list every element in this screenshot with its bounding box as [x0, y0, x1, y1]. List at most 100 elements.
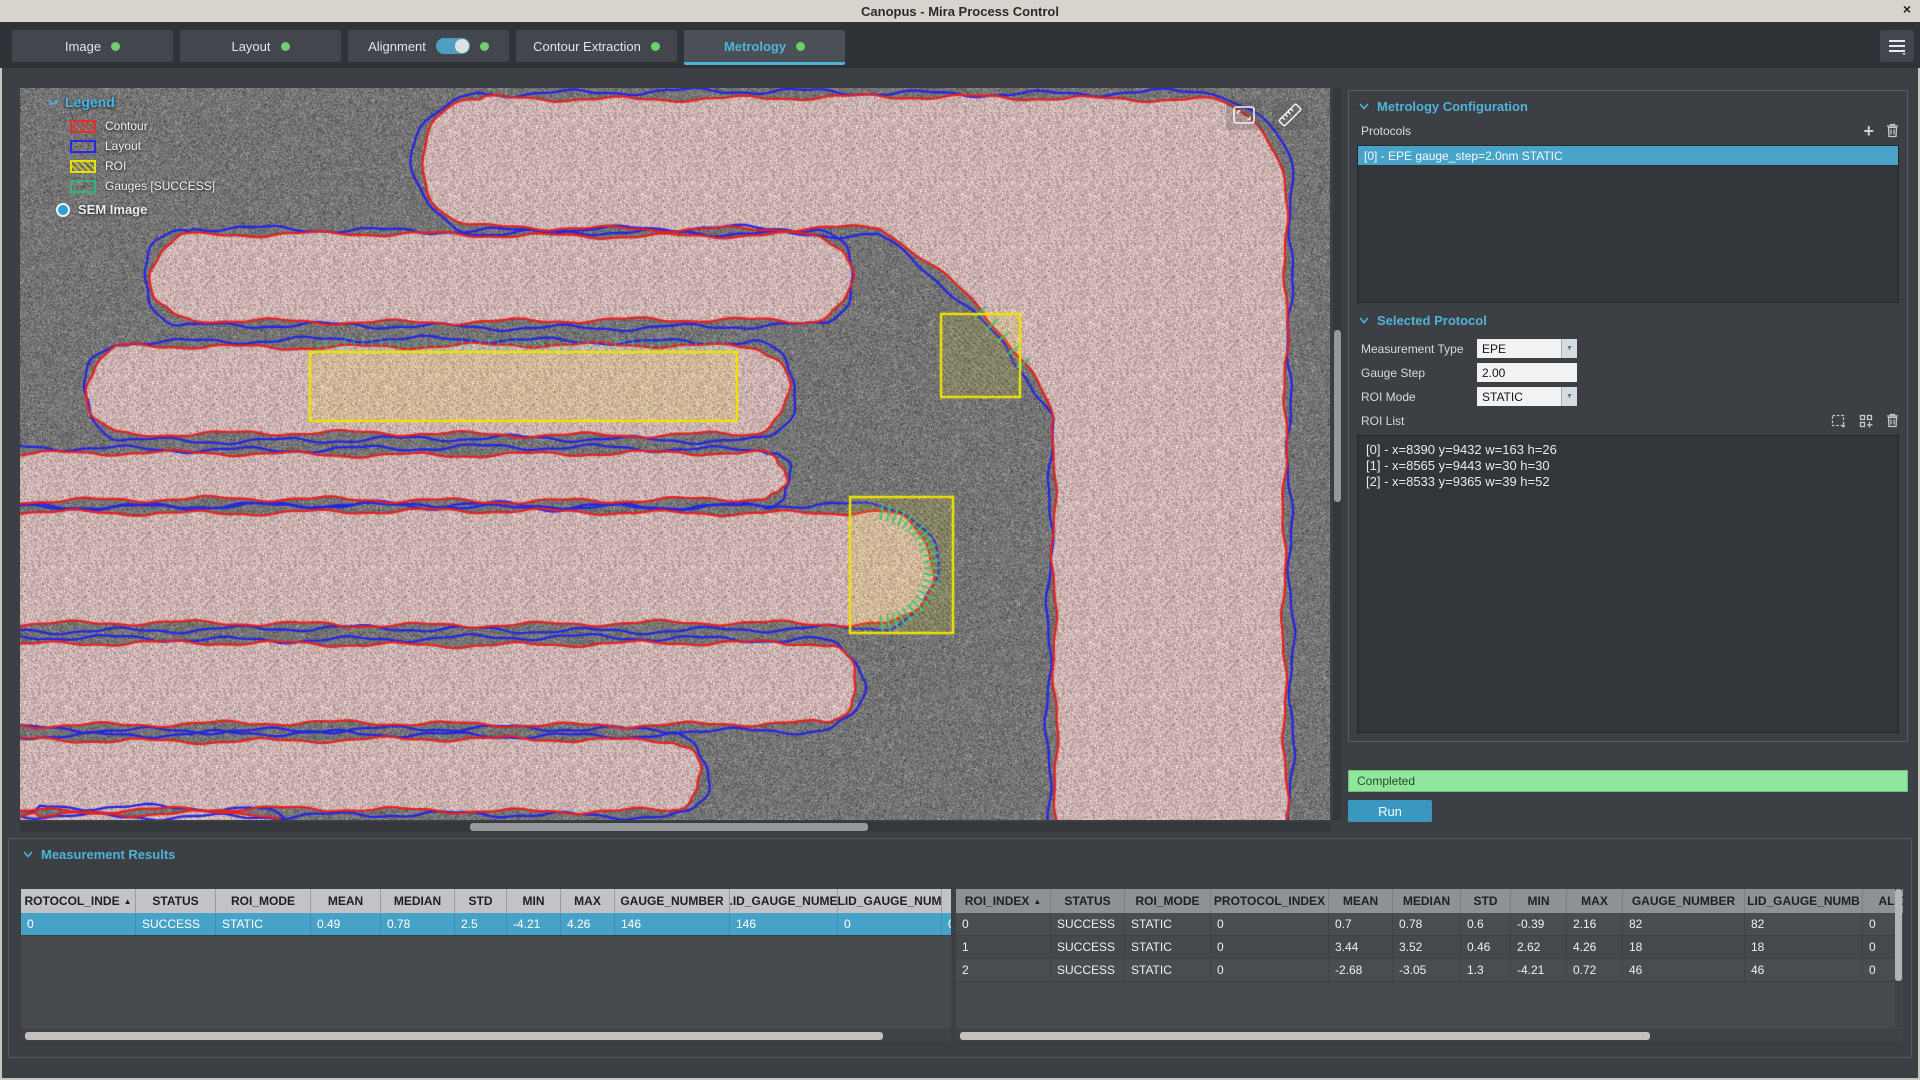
- table-cell: 0: [838, 913, 942, 935]
- delete-protocol-button trash-icon[interactable]: [1886, 123, 1899, 138]
- fit-view-button[interactable]: [1226, 100, 1262, 130]
- column-header[interactable]: MAX: [561, 889, 615, 913]
- protocol-item-selected[interactable]: [0] - EPE gauge_step=2.0nm STATIC: [1358, 146, 1898, 165]
- column-header[interactable]: GAUGE_NUMBER: [1623, 889, 1745, 913]
- sem-image-canvas[interactable]: [20, 88, 1330, 820]
- table-cell: STATIC: [216, 913, 311, 935]
- legend-item-contour: Contour: [70, 119, 215, 133]
- viewer-horizontal-scrollbar[interactable]: [20, 822, 1330, 832]
- add-protocol-button[interactable]: +: [1863, 124, 1874, 138]
- roi-mode-select[interactable]: STATIC ▼: [1477, 387, 1577, 406]
- legend-item-roi: ROI: [70, 159, 215, 173]
- column-header[interactable]: PROTOCOL_INDEX: [1211, 889, 1329, 913]
- table-cell: 0.78: [1393, 913, 1461, 935]
- legend-item-sem-image[interactable]: SEM Image: [56, 202, 215, 217]
- gauge-step-input[interactable]: 2.00: [1477, 363, 1577, 382]
- scrollbar-thumb[interactable]: [470, 823, 868, 831]
- table-cell: SUCCESS: [1051, 936, 1125, 958]
- chevron-down-icon[interactable]: [1359, 317, 1369, 324]
- table-cell: -4.21: [1511, 959, 1567, 981]
- hamburger-menu-icon: [1887, 37, 1907, 55]
- column-header[interactable]: .ID_GAUGE_NUME: [730, 889, 838, 913]
- viewer-vertical-scrollbar[interactable]: [1333, 88, 1342, 820]
- status-dot-green: [796, 42, 805, 51]
- table-row[interactable]: 0 SUCCESS STATIC 0 0.7 0.78 0.6 -0.39 2.16 82 82 0: [956, 913, 1903, 936]
- table-cell: 0: [1211, 913, 1329, 935]
- column-header[interactable]: STD: [455, 889, 507, 913]
- tab-contour-extraction[interactable]: Contour Extraction: [516, 30, 677, 62]
- column-header[interactable]: MEAN: [311, 889, 381, 913]
- chevron-down-icon[interactable]: [23, 851, 33, 858]
- table-cell: 146: [615, 913, 730, 935]
- status-dot-green: [480, 42, 489, 51]
- roi-list-item[interactable]: [1] - x=8565 y=9443 w=30 h=30: [1366, 458, 1890, 474]
- column-header[interactable]: STATUS: [1051, 889, 1125, 913]
- tab-alignment[interactable]: Alignment: [348, 30, 509, 62]
- column-header[interactable]: MEDIAN: [1393, 889, 1461, 913]
- roi-table-vertical-scrollbar[interactable]: [1895, 889, 1902, 1029]
- roi-list-label: ROI List: [1361, 414, 1404, 428]
- column-header[interactable]: A: [942, 889, 951, 913]
- column-header[interactable]: ROI_MODE: [216, 889, 311, 913]
- table-cell: 0: [1211, 959, 1329, 981]
- column-header[interactable]: MEAN: [1329, 889, 1393, 913]
- tab-bar: Image Layout Alignment Contour Extractio…: [0, 22, 1920, 68]
- table-cell: 2: [956, 959, 1051, 981]
- measure-ruler-button[interactable]: [1272, 100, 1308, 130]
- roi-results-table: ROI_INDEX ▲ STATUS ROI_MODE PROTOCOL_INDEX ME…: [956, 889, 1903, 1029]
- status-dot-green: [651, 42, 660, 51]
- table-cell: 0: [1211, 936, 1329, 958]
- tab-metrology[interactable]: Metrology: [684, 30, 845, 65]
- table-cell: STATIC: [1125, 913, 1211, 935]
- column-header[interactable]: MIN: [507, 889, 561, 913]
- close-window-button[interactable]: ×: [1903, 1, 1911, 17]
- chevron-down-icon[interactable]: [1359, 103, 1369, 110]
- roi-table-horizontal-scrollbar[interactable]: [956, 1031, 1903, 1041]
- table-cell: 0: [956, 913, 1051, 935]
- column-header[interactable]: ROI_INDEX ▲: [956, 889, 1051, 913]
- column-header[interactable]: GAUGE_NUMBER: [615, 889, 730, 913]
- column-header[interactable]: ROTOCOL_INDE ▲: [21, 889, 136, 913]
- add-roi-grid-button[interactable]: [1859, 414, 1874, 428]
- run-button[interactable]: Run: [1348, 800, 1432, 822]
- add-roi-rectangle-button[interactable]: [1831, 414, 1847, 428]
- table-cell: -3.05: [1393, 959, 1461, 981]
- column-header[interactable]: LID_GAUGE_NUM: [838, 889, 942, 913]
- table-row[interactable]: 0 SUCCESS STATIC 0.49 0.78 2.5 -4.21 4.26 146 146…: [21, 913, 951, 936]
- table-row[interactable]: 1 SUCCESS STATIC 0 3.44 3.52 0.46 2.62 4.26 18 18 0: [956, 936, 1903, 959]
- column-header[interactable]: MAX: [1567, 889, 1623, 913]
- delete-roi-button trash-icon[interactable]: [1886, 413, 1899, 428]
- metrology-configuration-panel: Metrology Configuration Protocols + [0] …: [1348, 90, 1908, 742]
- dropdown-arrow-icon: ▼: [1561, 339, 1577, 358]
- radio-selected-icon[interactable]: [56, 203, 70, 217]
- scrollbar-thumb[interactable]: [1895, 889, 1902, 981]
- column-header[interactable]: ROI_MODE: [1125, 889, 1211, 913]
- column-header[interactable]: STD: [1461, 889, 1511, 913]
- column-header[interactable]: MEDIAN: [381, 889, 455, 913]
- scrollbar-thumb[interactable]: [25, 1032, 883, 1040]
- scrollbar-thumb[interactable]: [960, 1032, 1650, 1040]
- table-cell: SUCCESS: [1051, 959, 1125, 981]
- tab-layout[interactable]: Layout: [180, 30, 341, 62]
- table-cell: -2.68: [1329, 959, 1393, 981]
- tab-image[interactable]: Image: [12, 30, 173, 62]
- table-row[interactable]: 2 SUCCESS STATIC 0 -2.68 -3.05 1.3 -4.21 0.72 46 4…: [956, 959, 1903, 982]
- measurement-type-select[interactable]: EPE ▼: [1477, 339, 1577, 358]
- roi-list-item[interactable]: [0] - x=8390 y=9432 w=163 h=26: [1366, 442, 1890, 458]
- protocols-list: [0] - EPE gauge_step=2.0nm STATIC: [1357, 145, 1899, 303]
- column-header[interactable]: LID_GAUGE_NUMB: [1745, 889, 1863, 913]
- scrollbar-thumb[interactable]: [1334, 330, 1341, 502]
- panel-title: Metrology Configuration: [1377, 99, 1528, 114]
- table-cell: -0.39: [1511, 913, 1567, 935]
- hamburger-menu-button[interactable]: [1880, 30, 1914, 62]
- roi-list-box[interactable]: [0] - x=8390 y=9432 w=163 h=26 [1] - x=85…: [1357, 435, 1899, 733]
- viewer-toolbar: [1226, 100, 1308, 130]
- table-cell: 0: [21, 913, 136, 935]
- protocol-table-horizontal-scrollbar[interactable]: [21, 1031, 951, 1041]
- alignment-toggle[interactable]: [436, 38, 470, 54]
- roi-list-item[interactable]: [2] - x=8533 y=9365 w=39 h=52: [1366, 474, 1890, 490]
- column-header[interactable]: STATUS: [136, 889, 216, 913]
- legend-label: Layout: [105, 139, 141, 153]
- column-header[interactable]: MIN: [1511, 889, 1567, 913]
- chevron-down-icon[interactable]: [48, 99, 58, 106]
